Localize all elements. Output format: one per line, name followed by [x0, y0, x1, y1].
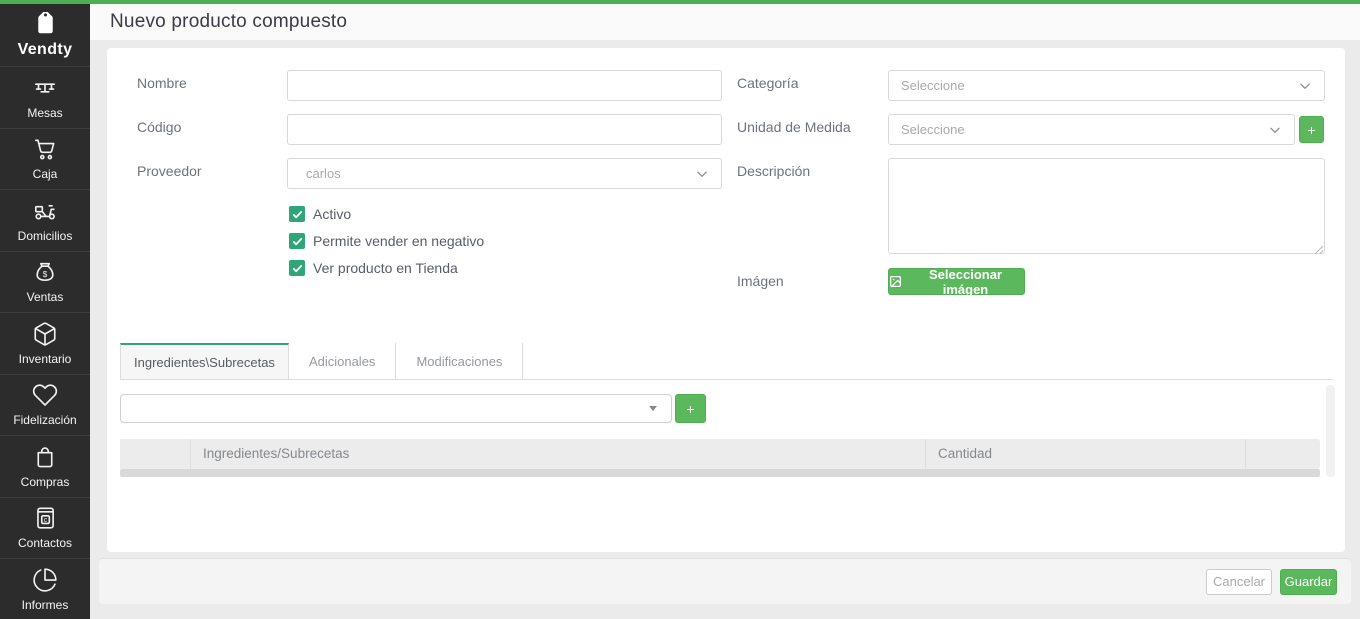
resize-handle[interactable] [1313, 242, 1324, 255]
money-bag-icon: $ [32, 259, 58, 285]
categoria-select[interactable]: Seleccione [888, 70, 1325, 101]
product-form-card: Nombre Código Proveedor carlos Activo Pe… [107, 48, 1345, 552]
sidebar-item-label: Informes [21, 597, 69, 612]
unidad-select[interactable]: Seleccione [888, 114, 1295, 145]
sidebar-item-label: Ventas [26, 290, 64, 305]
sidebar-item-fidelizacion[interactable]: Fidelización [0, 373, 90, 436]
image-icon [889, 275, 902, 288]
tab-modificaciones[interactable]: Modificaciones [396, 343, 524, 379]
vender-negativo-checkbox[interactable] [289, 233, 305, 249]
page-title: Nuevo producto compuesto [110, 11, 348, 32]
chevron-down-icon [1298, 79, 1312, 93]
save-button[interactable]: Guardar [1280, 568, 1337, 595]
tab-bar: Ingredientes\Subrecetas Adicionales Modi… [120, 343, 1333, 380]
page-header: Nuevo producto compuesto [90, 4, 1360, 40]
unidad-value: Seleccione [901, 122, 965, 137]
cart-icon [32, 136, 58, 162]
cancel-button[interactable]: Cancelar [1206, 568, 1272, 595]
categoria-value: Seleccione [901, 78, 965, 93]
sidebar-item-label: Fidelización [13, 413, 77, 428]
check-icon [292, 210, 302, 218]
sidebar-item-ventas[interactable]: $ Ventas [0, 250, 90, 313]
chevron-down-icon [1268, 123, 1282, 137]
logo-text: Vendty [17, 40, 73, 58]
sidebar-item-label: Domicilios [17, 228, 73, 243]
sidebar-item-inventario[interactable]: Inventario [0, 312, 90, 374]
sidebar-item-label: Compras [20, 474, 70, 489]
codigo-input[interactable] [287, 114, 722, 145]
proveedor-select[interactable]: carlos [287, 158, 722, 189]
proveedor-value: carlos [306, 166, 341, 181]
sidebar-item-label: Caja [32, 167, 58, 182]
form-footer: Cancelar Guardar [99, 558, 1351, 604]
activo-label: Activo [313, 206, 352, 222]
vertical-scrollbar[interactable] [1326, 385, 1335, 477]
contacts-book-icon: c [32, 505, 58, 531]
add-ingrediente-button[interactable]: + [675, 394, 706, 423]
activo-checkbox[interactable] [289, 206, 305, 222]
svg-text:c: c [44, 517, 48, 524]
ver-tienda-checkbox[interactable] [289, 260, 305, 276]
plus-icon: + [686, 400, 695, 417]
nombre-label: Nombre [137, 75, 187, 91]
horizontal-scrollbar[interactable] [120, 469, 1320, 477]
ver-tienda-label: Ver producto en Tienda [313, 260, 458, 276]
top-accent-bar [0, 0, 1360, 4]
table-header-blank-right [1246, 439, 1320, 469]
table-header-cantidad: Cantidad [926, 439, 1246, 469]
vendty-logo[interactable]: Vendty [0, 4, 90, 66]
shopping-bag-icon [32, 444, 58, 470]
scooter-icon [32, 198, 58, 224]
imagen-label: Imágen [737, 273, 784, 289]
descripcion-label: Descripción [737, 163, 811, 179]
seleccionar-imagen-label: Seleccionar imágen [929, 266, 1002, 297]
vender-negativo-label: Permite vender en negativo [313, 233, 485, 249]
app-root: Vendty Mesas Caja Domicilios $ Ventas In… [0, 0, 1360, 619]
sidebar-item-compras[interactable]: Compras [0, 435, 90, 497]
ingrediente-select[interactable] [120, 394, 672, 423]
sidebar-item-mesas[interactable]: Mesas [0, 66, 90, 128]
table-header-ingredientes: Ingredientes/Subrecetas [191, 439, 926, 469]
proveedor-label: Proveedor [137, 163, 202, 179]
categoria-label: Categoría [737, 75, 799, 91]
sidebar-item-label: Mesas [27, 105, 63, 120]
check-icon [292, 237, 302, 245]
svg-text:$: $ [43, 270, 48, 279]
sidebar-item-contactos[interactable]: c Contactos [0, 496, 90, 559]
pie-chart-icon [32, 567, 58, 593]
heart-icon [32, 382, 58, 408]
sidebar-item-informes[interactable]: Informes [0, 558, 90, 619]
chevron-down-icon [695, 167, 709, 181]
seleccionar-imagen-button[interactable]: Seleccionar imágen [888, 266, 1025, 297]
sidebar: Vendty Mesas Caja Domicilios $ Ventas In… [0, 0, 90, 619]
dropdown-arrow-icon [649, 406, 657, 411]
descripcion-textarea[interactable] [888, 158, 1325, 254]
unidad-label: Unidad de Medida [737, 119, 851, 135]
sidebar-item-label: Contactos [17, 536, 73, 551]
add-unidad-button[interactable]: + [1299, 116, 1324, 143]
sidebar-item-caja[interactable]: Caja [0, 127, 90, 190]
tab-adicionales[interactable]: Adicionales [289, 343, 397, 379]
tag-icon [33, 12, 58, 38]
plus-icon: + [1307, 121, 1316, 138]
tab-ingredientes-subrecetas[interactable]: Ingredientes\Subrecetas [120, 343, 289, 379]
package-icon [32, 321, 58, 347]
content-area: Nombre Código Proveedor carlos Activo Pe… [90, 40, 1360, 619]
table-icon [32, 75, 58, 101]
codigo-label: Código [137, 119, 182, 135]
sidebar-item-domicilios[interactable]: Domicilios [0, 189, 90, 251]
sidebar-item-label: Inventario [18, 351, 72, 366]
check-icon [292, 264, 302, 272]
table-header-blank-left [120, 439, 191, 469]
nombre-input[interactable] [287, 70, 722, 101]
